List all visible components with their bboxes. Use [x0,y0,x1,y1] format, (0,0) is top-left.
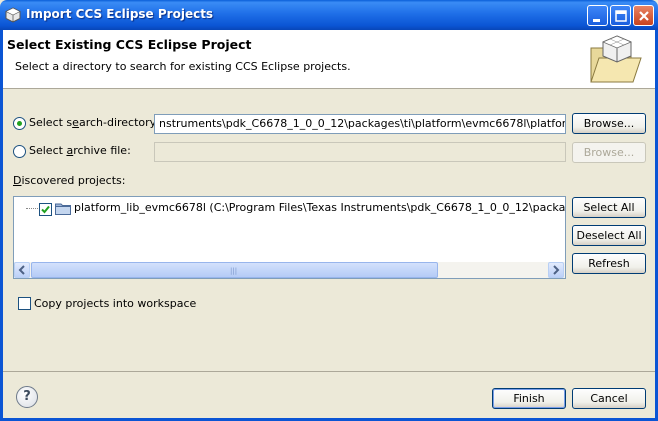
app-icon [5,7,21,23]
help-icon[interactable]: ? [16,386,38,408]
scroll-right-button[interactable] [548,262,564,278]
projects-list[interactable]: platform_lib_evmc6678l (C:\Program Files… [13,196,566,279]
window-title: Import CCS Eclipse Projects [26,7,214,21]
close-button[interactable] [633,5,654,26]
maximize-button[interactable] [610,5,631,26]
minimize-icon [593,19,600,22]
grip-icon: ||| [230,267,238,275]
browse-directory-button[interactable]: Browse... [572,113,646,134]
select-all-button[interactable]: Select All [572,197,646,218]
archive-file-input[interactable] [154,142,566,162]
minimize-button[interactable] [587,5,608,26]
project-label: platform_lib_evmc6678l (C:\Program Files… [74,201,566,214]
refresh-button[interactable]: Refresh [572,253,646,274]
list-item[interactable]: platform_lib_evmc6678l (C:\Program Files… [14,200,566,218]
page-title: Select Existing CCS Eclipse Project [7,37,252,52]
maximize-icon [615,10,627,22]
checkmark-icon [41,205,50,214]
import-folder-icon [590,35,642,83]
arrow-right-icon [553,265,560,275]
folder-icon [55,203,71,215]
search-directory-radio[interactable] [13,117,26,130]
search-directory-label[interactable]: Select search-directory: [29,116,159,129]
copy-projects-checkbox[interactable] [18,297,31,310]
search-directory-input[interactable]: nstruments\pdk_C6678_1_0_0_12\packages\t… [154,114,566,134]
deselect-all-button[interactable]: Deselect All [572,225,646,246]
scroll-thumb[interactable]: ||| [31,262,438,278]
finish-button[interactable]: Finish [492,388,566,409]
tree-connector [26,208,38,209]
scroll-left-button[interactable] [14,262,30,278]
arrow-left-icon [18,265,25,275]
browse-archive-button[interactable]: Browse... [572,142,646,163]
archive-file-radio[interactable] [13,145,26,158]
cancel-button[interactable]: Cancel [572,388,646,409]
project-checkbox[interactable] [39,203,52,216]
close-icon [639,11,649,21]
footer-divider [3,371,655,372]
archive-file-label[interactable]: Select archive file: [29,144,131,157]
page-description: Select a directory to search for existin… [15,60,351,73]
horizontal-scrollbar[interactable]: ||| [14,262,565,278]
discovered-projects-label: Discovered projects: [13,174,126,187]
title-bar[interactable]: Import CCS Eclipse Projects [0,0,658,30]
copy-projects-label[interactable]: Copy projects into workspace [34,297,196,310]
wizard-banner: Select Existing CCS Eclipse Project Sele… [3,30,655,89]
